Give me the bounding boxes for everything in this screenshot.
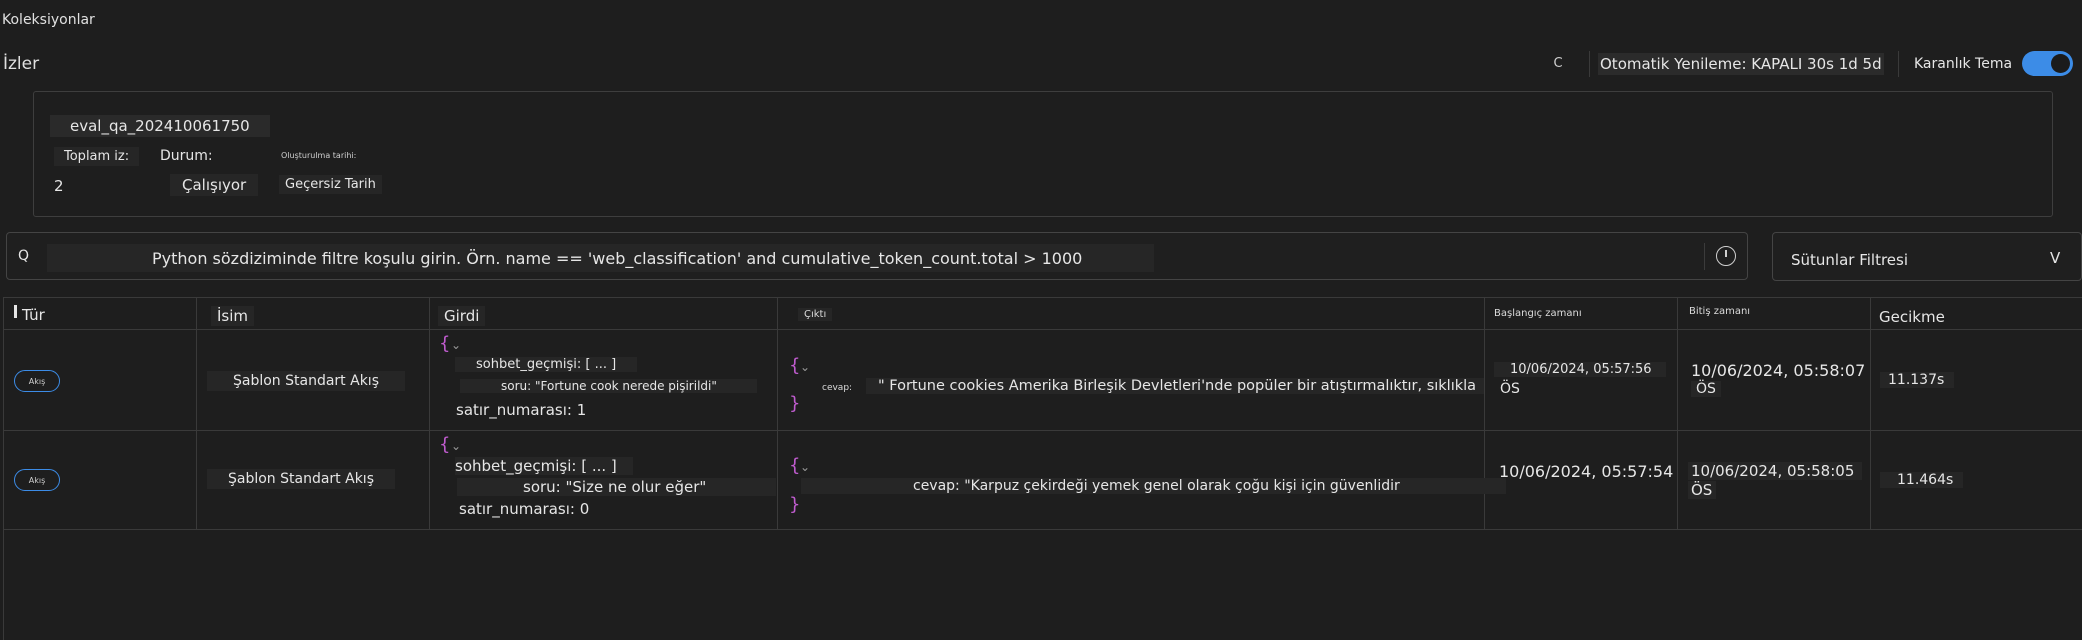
json-open-brace: { bbox=[439, 333, 451, 354]
total-traces-label: Toplam iz: bbox=[54, 147, 140, 166]
start-time-value: 10/06/2024, 05:57:56 bbox=[1510, 362, 1652, 377]
column-divider bbox=[777, 297, 778, 530]
input-chat-history: sohbet_geçmişi: [ ... ] bbox=[455, 357, 638, 372]
column-divider bbox=[429, 297, 430, 530]
output-answer: cevap: "Karpuz çekirdeği yemek genel ola… bbox=[801, 478, 1506, 494]
created-date-value: Geçersiz Tarih bbox=[279, 175, 382, 194]
column-header-end-time[interactable]: Bitiş zamanı bbox=[1689, 306, 1750, 317]
column-header-name[interactable]: İsim bbox=[211, 306, 255, 326]
column-header-input[interactable]: Girdi bbox=[438, 306, 486, 326]
chevron-down-icon[interactable]: ⌄ bbox=[451, 338, 461, 352]
column-divider bbox=[1870, 297, 1871, 530]
chevron-down-icon[interactable]: ⌄ bbox=[800, 460, 810, 474]
column-header-type[interactable]: Tür bbox=[22, 306, 45, 324]
latency-value: 11.137s bbox=[1880, 372, 1955, 388]
chevron-down-icon[interactable]: ⌄ bbox=[451, 439, 461, 453]
column-divider bbox=[196, 297, 197, 530]
end-time-ampm: ÖS bbox=[1691, 381, 1721, 397]
refresh-icon[interactable]: C bbox=[1547, 52, 1569, 74]
start-time-value: 10/06/2024, 05:57:54 bbox=[1499, 462, 1674, 481]
end-time-value: 10/06/2024, 05:58:07 bbox=[1691, 361, 1866, 380]
json-open-brace: { bbox=[789, 455, 801, 476]
search-icon: Q bbox=[18, 248, 30, 264]
chevron-down-icon[interactable]: ⌄ bbox=[800, 360, 810, 374]
header-divider bbox=[1589, 51, 1590, 77]
json-open-brace: { bbox=[439, 434, 451, 455]
columns-filter-label: Sütunlar Filtresi bbox=[1791, 251, 1909, 269]
column-resize-handle[interactable] bbox=[14, 305, 17, 318]
status-label: Durum: bbox=[160, 148, 213, 164]
start-time: 10/06/2024, 05:57:56 bbox=[1494, 362, 1666, 377]
type-badge[interactable]: Akış bbox=[14, 370, 60, 392]
trace-name[interactable]: Şablon Standart Akış bbox=[207, 469, 395, 489]
end-time-ampm: ÖS bbox=[1688, 481, 1717, 499]
toggle-knob bbox=[2051, 54, 2070, 73]
table-header-divider bbox=[3, 329, 2082, 330]
json-close-brace: } bbox=[789, 393, 801, 414]
dark-theme-toggle[interactable] bbox=[2022, 51, 2073, 76]
auto-refresh-label: Otomatik Yenileme: KAPALI 30s 1d 5d bbox=[1598, 53, 1884, 75]
status-badge: Çalışıyor bbox=[170, 174, 259, 196]
output-key: cevap: bbox=[822, 383, 853, 393]
column-header-output[interactable]: Çıktı bbox=[798, 308, 833, 321]
dark-theme-label: Karanlık Tema bbox=[1914, 56, 2013, 72]
end-time-value: 10/06/2024, 05:58:05 bbox=[1688, 462, 1863, 480]
json-open-brace: { bbox=[789, 355, 801, 376]
run-name: eval_qa_202410061750 bbox=[50, 115, 270, 137]
column-header-start-time[interactable]: Başlangıç zamanı bbox=[1494, 308, 1582, 319]
row-divider bbox=[3, 430, 2082, 431]
json-close-brace: } bbox=[789, 494, 801, 515]
input-line-number: satır_numarası: 1 bbox=[456, 401, 587, 419]
column-divider bbox=[1484, 297, 1485, 530]
history-icon[interactable] bbox=[1716, 246, 1736, 266]
header-divider bbox=[1898, 51, 1899, 77]
chevron-down-icon[interactable]: V bbox=[2050, 249, 2060, 267]
latency-value: 11.464s bbox=[1880, 472, 1964, 488]
start-time-ampm: ÖS bbox=[1500, 381, 1520, 397]
output-answer: " Fortune cookies Amerika Birleşik Devle… bbox=[866, 378, 1485, 394]
input-question: soru: "Size ne olur eğer" bbox=[457, 478, 777, 496]
type-badge[interactable]: Akış bbox=[14, 469, 60, 491]
collections-link[interactable]: Koleksiyonlar bbox=[2, 12, 95, 28]
trace-name[interactable]: Şablon Standart Akış bbox=[207, 371, 405, 391]
input-question: soru: "Fortune cook nerede pişirildi" bbox=[460, 379, 757, 393]
total-traces-value: 2 bbox=[54, 177, 64, 195]
filter-divider bbox=[1704, 243, 1705, 270]
input-line-number: satır_numarası: 0 bbox=[459, 500, 590, 518]
input-chat-history: sohbet_geçmişi: [ ... ] bbox=[455, 457, 633, 475]
column-divider bbox=[1677, 297, 1678, 530]
created-date-label: Oluşturulma tarihi: bbox=[281, 151, 357, 160]
filter-input[interactable]: Python sözdiziminde filtre koşulu girin.… bbox=[47, 244, 1154, 272]
page-title: İzler bbox=[3, 54, 40, 74]
row-divider bbox=[3, 529, 2082, 530]
auto-refresh-control[interactable]: Otomatik Yenileme: KAPALI 30s 1d 5d bbox=[1598, 53, 1884, 75]
column-header-latency[interactable]: Gecikme bbox=[1879, 308, 1945, 326]
